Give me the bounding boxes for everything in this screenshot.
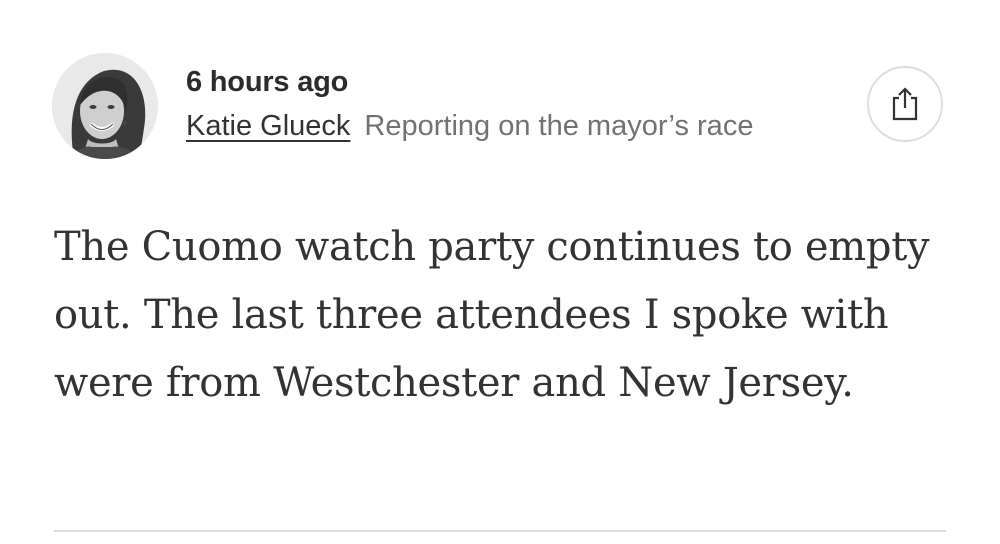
post-divider [54,530,946,532]
author-avatar[interactable] [52,53,158,159]
byline: Katie Glueck Reporting on the mayor’s rac… [186,109,753,143]
author-photo [52,53,158,159]
post-header: 6 hours ago Katie Glueck Reporting on the… [52,53,952,161]
post-timestamp: 6 hours ago [186,66,349,98]
post-meta: 6 hours ago Katie Glueck Reporting on the… [186,65,753,143]
share-button[interactable] [867,66,943,142]
author-link[interactable]: Katie Glueck [186,110,350,142]
share-icon [892,87,918,121]
post-body: The Cuomo watch party continues to empty… [54,224,930,406]
author-beat: Reporting on the mayor’s race [364,110,754,142]
